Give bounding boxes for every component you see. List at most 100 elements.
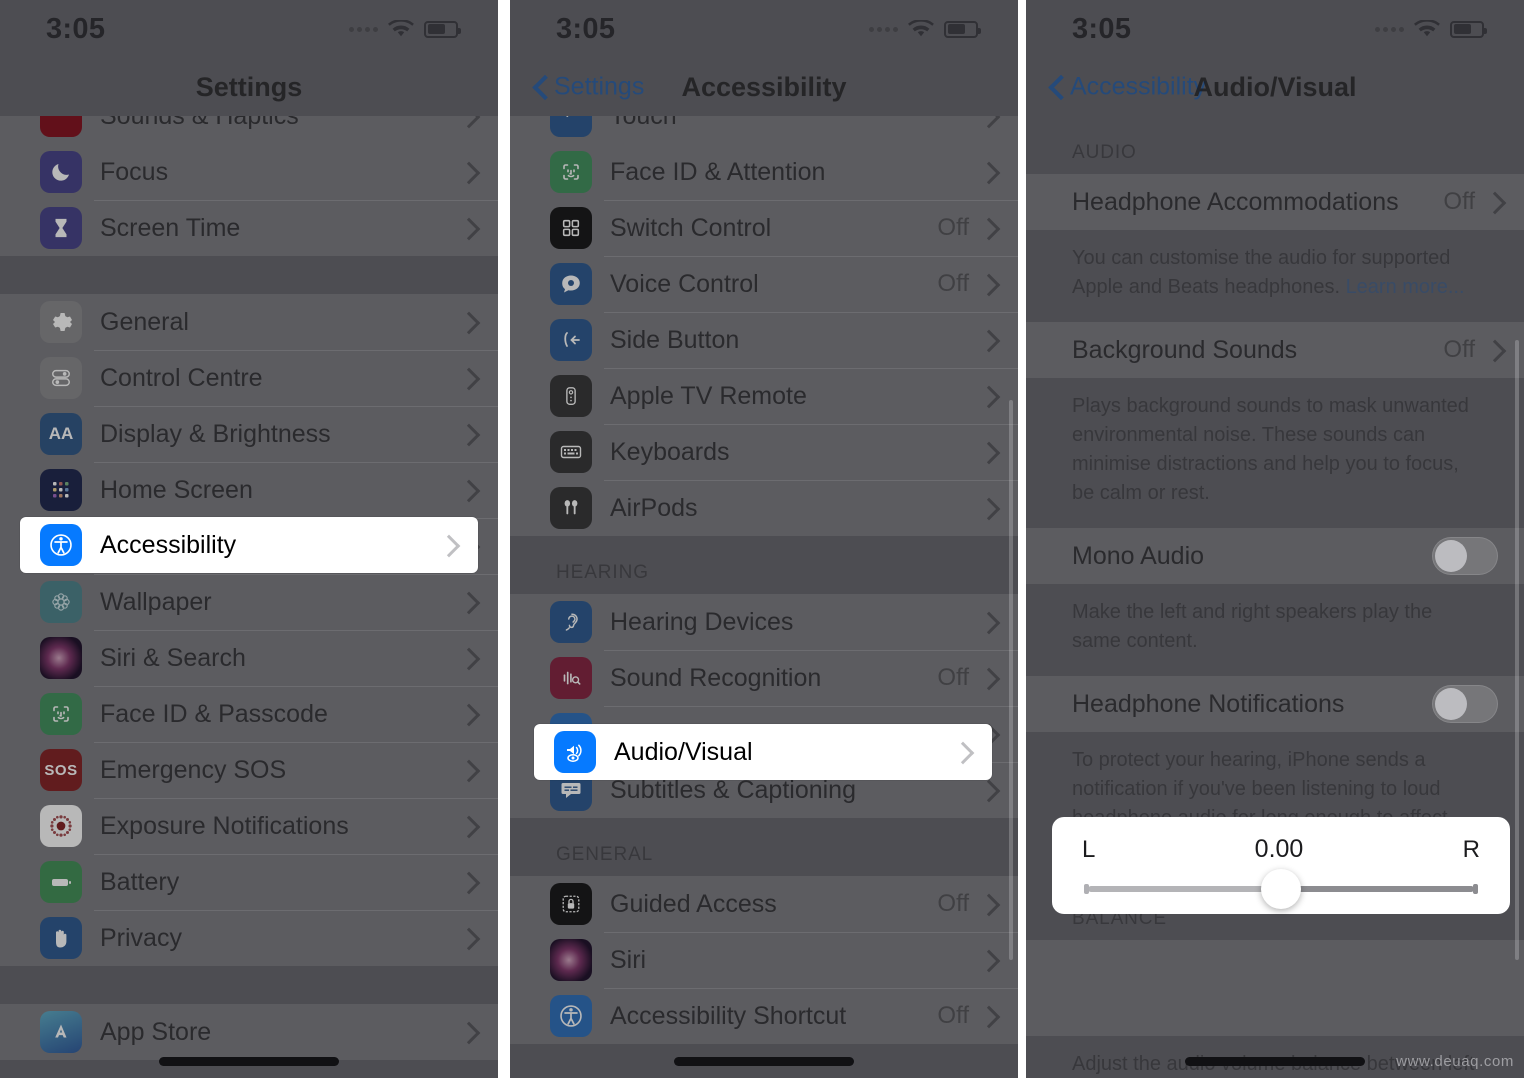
- sidebar-item-voice-control[interactable]: Voice Control Off: [510, 256, 1018, 312]
- chevron-right-icon: [981, 330, 992, 350]
- list-item-label: Wallpaper: [100, 587, 212, 616]
- sidebar-item-home-screen[interactable]: Home Screen: [0, 462, 498, 518]
- sidebar-item-keyboards[interactable]: Keyboards: [510, 424, 1018, 480]
- wifi-icon: [1414, 18, 1440, 39]
- exposure-icon: [40, 805, 82, 847]
- back-button[interactable]: Settings: [534, 73, 644, 102]
- highlight-accessibility-row[interactable]: Accessibility: [20, 517, 478, 573]
- chevron-right-icon: [981, 162, 992, 182]
- back-button[interactable]: Accessibility: [1050, 73, 1206, 102]
- list-item-value: Off: [937, 270, 969, 297]
- hourglass-icon: [40, 207, 82, 249]
- chevron-right-icon: [461, 760, 472, 780]
- sidebar-item-siri-search[interactable]: Siri & Search: [0, 630, 498, 686]
- back-button-label: Accessibility: [1070, 72, 1207, 101]
- sidebar-item-airpods[interactable]: AirPods: [510, 480, 1018, 536]
- accessibility-group-general: Guided Access Off Siri Accessibility Sho…: [510, 876, 1018, 1044]
- highlight-audio-visual-row[interactable]: Audio/Visual: [534, 724, 992, 780]
- group-balance-placeholder: [1026, 940, 1524, 1036]
- chevron-right-icon: [981, 442, 992, 462]
- cellular-dots-icon: [1375, 26, 1404, 32]
- row-headphone-accommodations[interactable]: Headphone Accommodations Off: [1026, 174, 1524, 230]
- sidebar-item-guided-access[interactable]: Guided Access Off: [510, 876, 1018, 932]
- status-bar: 3:05: [1026, 0, 1524, 58]
- sidebar-item-sound-recognition[interactable]: Sound Recognition Off: [510, 650, 1018, 706]
- group-headphone-accommodations: Headphone Accommodations Off: [1026, 174, 1524, 230]
- sidebar-item-switch-control[interactable]: Switch Control Off: [510, 200, 1018, 256]
- row-headphone-notifications[interactable]: Headphone Notifications: [1026, 676, 1524, 732]
- chevron-right-icon: [441, 535, 452, 555]
- list-item-label: Privacy: [100, 923, 182, 952]
- list-item-label: Battery: [100, 867, 180, 896]
- highlight-label: Accessibility: [100, 530, 237, 559]
- headphone-notifications-toggle[interactable]: [1432, 685, 1498, 723]
- list-item-value: Off: [937, 1002, 969, 1029]
- settings-partial-group: Sounds & Haptics: [0, 116, 498, 144]
- battery-icon: [1450, 20, 1487, 38]
- scrollbar[interactable]: [1009, 400, 1013, 960]
- sidebar-item-siri[interactable]: Siri: [510, 932, 1018, 988]
- wifi-icon: [388, 18, 414, 39]
- audio-visual-scroll[interactable]: AUDIO Headphone Accommodations Off You c…: [1026, 116, 1524, 1078]
- balance-slider-track[interactable]: [1084, 869, 1478, 909]
- sidebar-item-screen-time[interactable]: Screen Time: [0, 200, 498, 256]
- sidebar-item-focus[interactable]: Focus: [0, 144, 498, 200]
- sidebar-item-apple-tv-remote[interactable]: Apple TV Remote: [510, 368, 1018, 424]
- chevron-right-icon: [981, 950, 992, 970]
- chevron-right-icon: [461, 116, 472, 126]
- accessibility-icon: [550, 995, 592, 1037]
- sidebar-item-side-button[interactable]: Side Button: [510, 312, 1018, 368]
- status-clock: 3:05: [556, 12, 616, 45]
- list-item[interactable]: Sounds & Haptics: [0, 116, 498, 144]
- status-bar: 3:05: [510, 0, 1018, 58]
- slider-track-right: [1281, 886, 1474, 892]
- list-item-label: Face ID & Passcode: [100, 699, 328, 728]
- balance-slider-knob[interactable]: [1261, 869, 1301, 909]
- page-title: Settings: [195, 71, 303, 102]
- cellular-dots-icon: [349, 26, 378, 32]
- list-item-label: Sound Recognition: [610, 663, 822, 692]
- chevron-right-icon: [461, 312, 472, 332]
- mono-audio-toggle[interactable]: [1432, 537, 1498, 575]
- learn-more-link[interactable]: Learn more...: [1346, 276, 1465, 298]
- sidebar-item-battery[interactable]: Battery: [0, 854, 498, 910]
- gear-icon: [40, 301, 82, 343]
- hand-icon: [40, 917, 82, 959]
- highlight-balance-slider[interactable]: L 0.00 R: [1052, 817, 1510, 914]
- sidebar-item-privacy[interactable]: Privacy: [0, 910, 498, 966]
- list-item[interactable]: Touch: [510, 116, 1018, 144]
- sidebar-item-control-centre[interactable]: Control Centre: [0, 350, 498, 406]
- sidebar-item-hearing-devices[interactable]: Hearing Devices: [510, 594, 1018, 650]
- scrollbar[interactable]: [1515, 340, 1519, 960]
- settings-scroll[interactable]: Sounds & Haptics Focus Screen Time: [0, 116, 498, 1060]
- accessibility-group-hearing: Hearing Devices Sound Recognition Off Au…: [510, 594, 1018, 818]
- status-clock: 3:05: [1072, 12, 1132, 45]
- sidebar-item-general[interactable]: General: [0, 294, 498, 350]
- voice-control-icon: [550, 263, 592, 305]
- note-background-sounds: Plays background sounds to mask unwanted…: [1072, 395, 1469, 504]
- status-clock: 3:05: [46, 12, 106, 45]
- chevron-right-icon: [981, 386, 992, 406]
- list-item-label: AirPods: [610, 493, 698, 522]
- slider-cap-left: [1084, 884, 1089, 894]
- sidebar-item-accessibility-shortcut[interactable]: Accessibility Shortcut Off: [510, 988, 1018, 1044]
- page-title: Accessibility: [681, 71, 847, 102]
- sidebar-item-display-brightness[interactable]: AA Display & Brightness: [0, 406, 498, 462]
- row-mono-audio[interactable]: Mono Audio: [1026, 528, 1524, 584]
- sidebar-item-app-store[interactable]: App Store: [0, 1004, 498, 1060]
- side-button-icon: [550, 319, 592, 361]
- sidebar-item-face-id-attention[interactable]: Face ID & Attention: [510, 144, 1018, 200]
- moon-icon: [40, 151, 82, 193]
- highlight-label: Audio/Visual: [614, 737, 753, 766]
- row-background-sounds[interactable]: Background Sounds Off: [1026, 322, 1524, 378]
- sidebar-item-faceid-passcode[interactable]: Face ID & Passcode: [0, 686, 498, 742]
- list-item-label: Face ID & Attention: [610, 157, 826, 186]
- sidebar-item-emergency-sos[interactable]: SOS Emergency SOS: [0, 742, 498, 798]
- battery-icon: [40, 861, 82, 903]
- sounds-haptics-icon: [40, 116, 82, 137]
- accessibility-scroll[interactable]: Touch Face ID & Attention Switch Cont: [510, 116, 1018, 1044]
- sidebar-item-exposure-notifications[interactable]: Exposure Notifications: [0, 798, 498, 854]
- back-button-label: Settings: [554, 72, 645, 101]
- sidebar-item-wallpaper[interactable]: Wallpaper: [0, 574, 498, 630]
- chevron-right-icon: [981, 218, 992, 238]
